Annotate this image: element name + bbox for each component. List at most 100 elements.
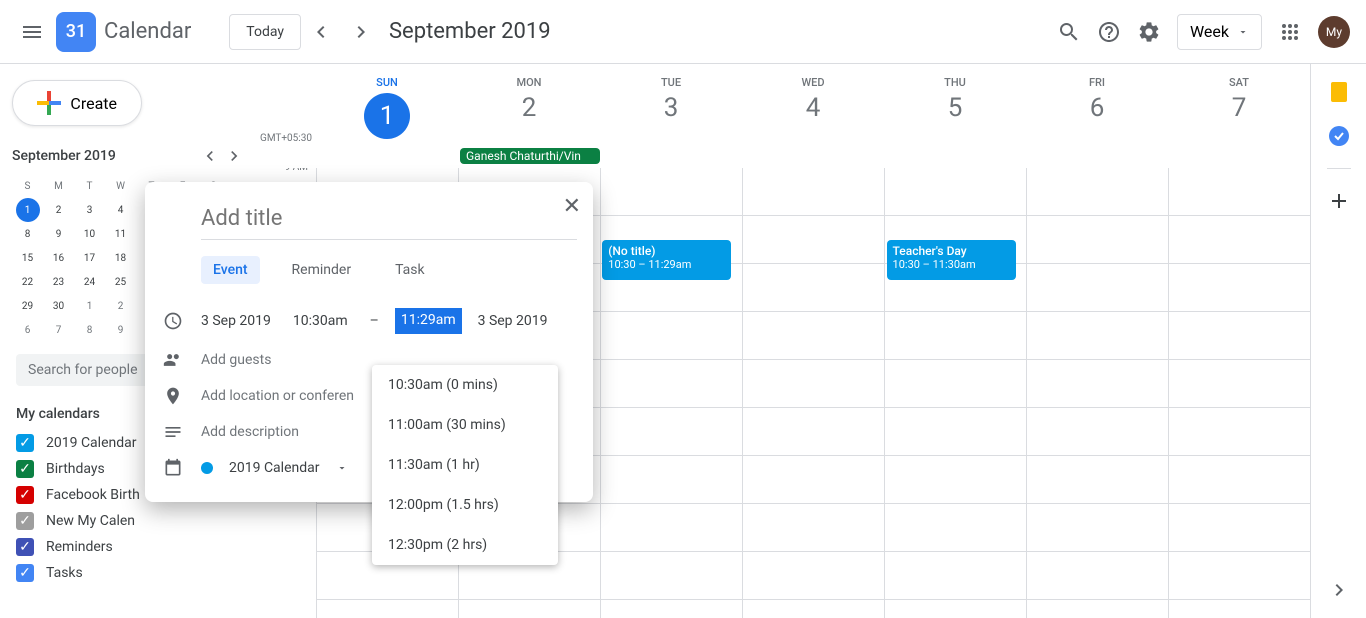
mini-day[interactable]: 16 bbox=[43, 246, 74, 270]
day-header[interactable]: MON2 bbox=[458, 64, 600, 148]
mini-day[interactable]: 29 bbox=[12, 294, 43, 318]
help-button[interactable] bbox=[1089, 12, 1129, 52]
event-time: 10:30 – 11:30am bbox=[893, 258, 1010, 271]
next-week-button[interactable] bbox=[341, 12, 381, 52]
mini-day[interactable]: 30 bbox=[43, 294, 74, 318]
account-avatar[interactable]: My bbox=[1318, 16, 1350, 48]
description-icon bbox=[161, 422, 185, 442]
main-menu-button[interactable] bbox=[8, 8, 56, 56]
calendar-logo-icon: 31 bbox=[56, 12, 96, 52]
settings-button[interactable] bbox=[1129, 12, 1169, 52]
start-time[interactable]: 10:30am bbox=[287, 309, 354, 333]
add-location-input[interactable]: Add location or conferen bbox=[201, 388, 354, 404]
end-time-input[interactable]: 11:29am bbox=[395, 308, 462, 334]
mini-day[interactable]: 10 bbox=[74, 222, 105, 246]
tab-event[interactable]: Event bbox=[201, 256, 260, 284]
mini-day[interactable]: 2 bbox=[43, 198, 74, 222]
keep-button[interactable] bbox=[1327, 80, 1351, 104]
mini-day[interactable]: 22 bbox=[12, 270, 43, 294]
day-column[interactable] bbox=[600, 168, 742, 618]
tasks-icon bbox=[1327, 124, 1351, 148]
view-selector[interactable]: Week bbox=[1177, 14, 1262, 50]
day-name: SUN bbox=[316, 76, 458, 89]
add-guests-input[interactable]: Add guests bbox=[201, 352, 271, 368]
day-header[interactable]: TUE3 bbox=[600, 64, 742, 148]
day-number: 3 bbox=[600, 93, 742, 123]
calendar-item[interactable]: ✓Tasks bbox=[12, 560, 256, 586]
close-button[interactable]: ✕ bbox=[563, 194, 581, 219]
event-block[interactable]: (No title) 10:30 – 11:29am bbox=[602, 240, 731, 280]
add-description-input[interactable]: Add description bbox=[201, 424, 299, 440]
calendar-selector[interactable]: 2019 Calendar bbox=[229, 460, 320, 476]
today-button[interactable]: Today bbox=[229, 14, 301, 50]
day-column[interactable] bbox=[742, 168, 884, 618]
end-date[interactable]: 3 Sep 2019 bbox=[478, 313, 548, 329]
mini-day[interactable]: 9 bbox=[43, 222, 74, 246]
create-button[interactable]: Create bbox=[12, 80, 142, 126]
add-addon-button[interactable] bbox=[1327, 189, 1351, 213]
collapse-panel-button[interactable] bbox=[1327, 578, 1351, 602]
mini-day[interactable]: 18 bbox=[105, 246, 136, 270]
chevron-left-icon bbox=[200, 146, 220, 166]
search-icon bbox=[1057, 20, 1081, 44]
mini-day[interactable]: 23 bbox=[43, 270, 74, 294]
mini-day[interactable]: 1 bbox=[16, 198, 40, 222]
mini-day[interactable]: 25 bbox=[105, 270, 136, 294]
mini-day[interactable]: 2 bbox=[105, 294, 136, 318]
gear-icon bbox=[1137, 20, 1161, 44]
start-date[interactable]: 3 Sep 2019 bbox=[201, 313, 271, 329]
event-block[interactable]: Teacher's Day 10:30 – 11:30am bbox=[887, 240, 1016, 280]
day-header[interactable]: FRI6 bbox=[1026, 64, 1168, 148]
mini-prev-button[interactable] bbox=[200, 146, 220, 166]
day-header[interactable]: SAT7 bbox=[1168, 64, 1310, 148]
plus-icon bbox=[37, 91, 58, 115]
time-option[interactable]: 11:00am (30 mins) bbox=[372, 405, 558, 445]
day-header[interactable]: WED4 bbox=[742, 64, 884, 148]
day-column[interactable] bbox=[884, 168, 1026, 618]
time-dash: – bbox=[370, 313, 379, 329]
tasks-button[interactable] bbox=[1327, 124, 1351, 148]
day-number: 1 bbox=[364, 93, 410, 139]
checkbox-icon: ✓ bbox=[16, 460, 34, 478]
mini-day[interactable]: 15 bbox=[12, 246, 43, 270]
create-label: Create bbox=[70, 94, 117, 113]
time-option[interactable]: 12:00pm (1.5 hrs) bbox=[372, 485, 558, 525]
plus-icon bbox=[1327, 189, 1351, 213]
day-column[interactable] bbox=[1026, 168, 1168, 618]
mini-day[interactable]: 11 bbox=[105, 222, 136, 246]
mini-day[interactable]: 24 bbox=[74, 270, 105, 294]
checkbox-icon: ✓ bbox=[16, 512, 34, 530]
dropdown-arrow-icon bbox=[336, 462, 348, 474]
tab-reminder[interactable]: Reminder bbox=[280, 256, 364, 284]
mini-dow: W bbox=[105, 174, 136, 198]
mini-day[interactable]: 8 bbox=[74, 318, 105, 342]
day-header[interactable]: SUN 1 bbox=[316, 64, 458, 148]
calendar-item[interactable]: ✓New My Calen bbox=[12, 508, 256, 534]
time-option[interactable]: 10:30am (0 mins) bbox=[372, 365, 558, 405]
mini-next-button[interactable] bbox=[224, 146, 244, 166]
day-header[interactable]: THU5 bbox=[884, 64, 1026, 148]
end-time-dropdown[interactable]: 10:30am (0 mins)11:00am (30 mins)11:30am… bbox=[372, 365, 558, 565]
mini-day[interactable]: 17 bbox=[74, 246, 105, 270]
event-title-input[interactable] bbox=[201, 198, 577, 240]
mini-dow: T bbox=[74, 174, 105, 198]
day-name: SAT bbox=[1168, 76, 1310, 89]
day-number: 6 bbox=[1026, 93, 1168, 123]
mini-day[interactable]: 3 bbox=[74, 198, 105, 222]
mini-day[interactable]: 7 bbox=[43, 318, 74, 342]
calendar-item[interactable]: ✓Reminders bbox=[12, 534, 256, 560]
mini-day[interactable]: 6 bbox=[12, 318, 43, 342]
day-name: WED bbox=[742, 76, 884, 89]
mini-day[interactable]: 8 bbox=[12, 222, 43, 246]
prev-week-button[interactable] bbox=[301, 12, 341, 52]
time-option[interactable]: 12:30pm (2 hrs) bbox=[372, 525, 558, 565]
google-apps-button[interactable] bbox=[1270, 12, 1310, 52]
day-column[interactable] bbox=[1168, 168, 1310, 618]
allday-event[interactable]: Ganesh Chaturthi/Vin bbox=[460, 148, 600, 164]
time-option[interactable]: 11:30am (1 hr) bbox=[372, 445, 558, 485]
mini-day[interactable]: 1 bbox=[74, 294, 105, 318]
search-button[interactable] bbox=[1049, 12, 1089, 52]
mini-day[interactable]: 9 bbox=[105, 318, 136, 342]
mini-day[interactable]: 4 bbox=[105, 198, 136, 222]
tab-task[interactable]: Task bbox=[383, 256, 437, 284]
